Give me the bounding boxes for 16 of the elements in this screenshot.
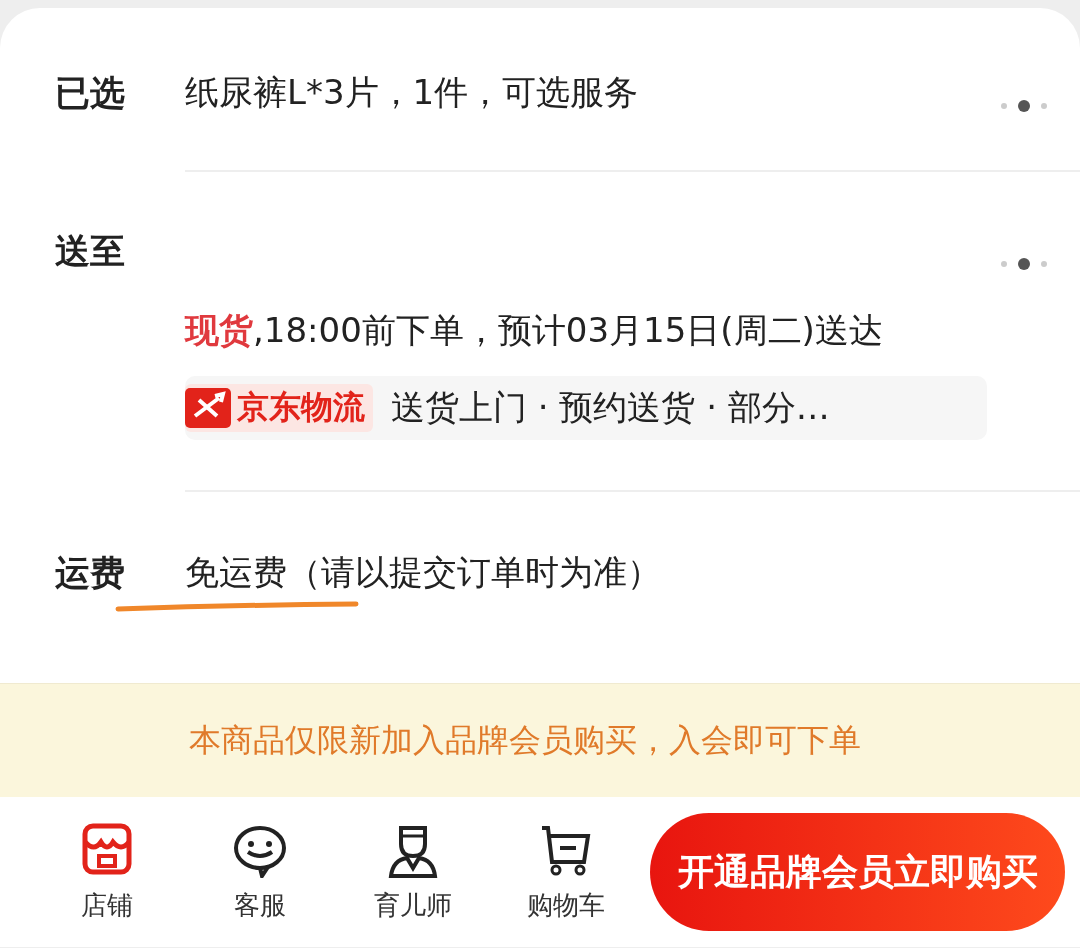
logistics-badge: 京东物流 [185, 384, 373, 432]
nav-button[interactable]: 客服 [183, 821, 336, 923]
row-label: 运费 [55, 552, 126, 595]
shipping-text: 免运费（请以提交订单时为准） [185, 551, 662, 594]
nav-button[interactable]: 购物车 [489, 821, 642, 923]
buy-button[interactable]: 开通品牌会员立即购买 [650, 813, 1065, 931]
selected-text: 纸尿裤L*3片，1件，可选服务 [185, 71, 640, 114]
more-icon[interactable] [1000, 258, 1050, 270]
nav-button[interactable]: 育儿师 [336, 821, 489, 923]
row-label: 已选 [55, 72, 126, 115]
logistics-info[interactable]: 京东物流 送货上门 · 预约送货 · 部分… [185, 376, 987, 440]
nav-button[interactable]: 店铺 [30, 821, 183, 923]
delivery-text: 现货,18:00前下单，预计03月15日(周二)送达 [185, 309, 884, 352]
member-notice: 本商品仅限新加入品牌会员购买，入会即可下单 [189, 719, 861, 761]
more-icon[interactable] [1000, 100, 1050, 112]
row-label: 送至 [55, 230, 126, 273]
